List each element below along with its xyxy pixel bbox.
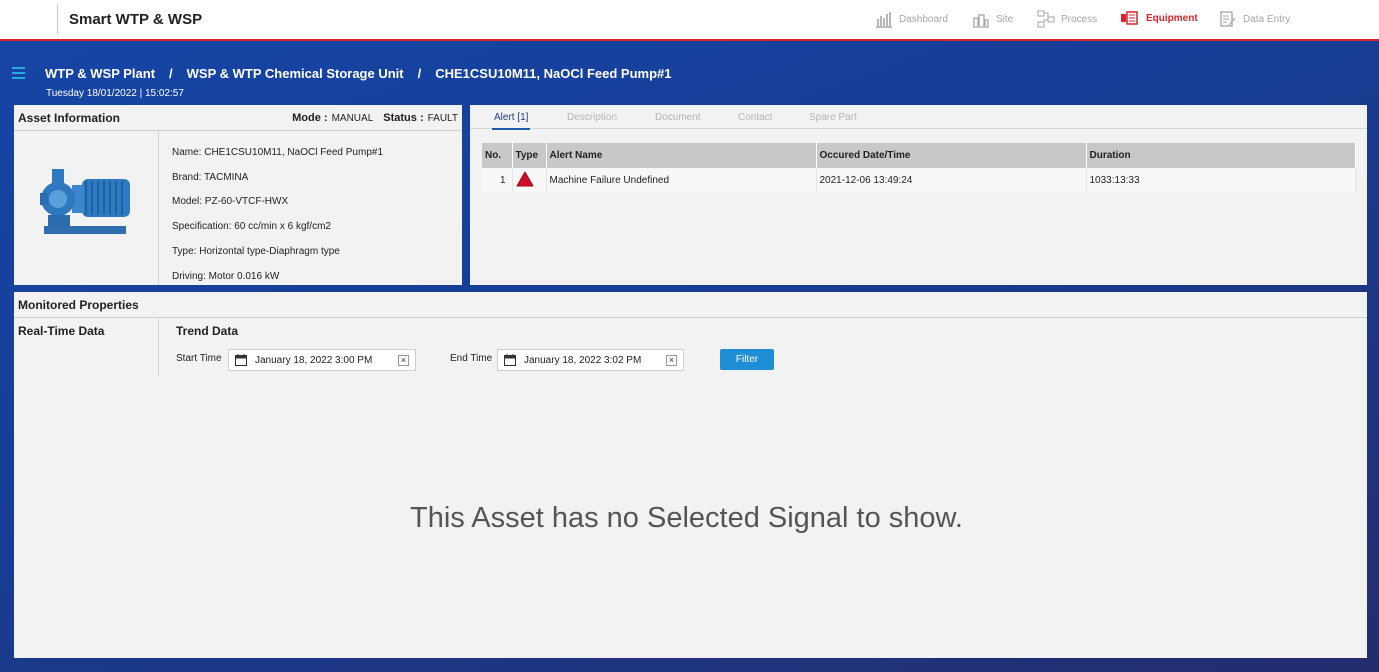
mode-value: MANUAL [331,113,374,124]
calendar-icon[interactable] [235,354,247,366]
alert-no: 1 [482,168,513,192]
alert-duration: 1033:13:33 [1086,168,1356,192]
breadcrumb-separator: / [417,66,422,81]
realtime-data-label[interactable]: Real-Time Data [18,324,104,338]
nav-data-entry[interactable]: Data Entry [1219,10,1290,28]
nav-dashboard[interactable]: Dashboard [875,10,948,28]
alert-date: 2021-12-06 13:49:24 [816,168,1087,192]
pump-image [14,131,159,285]
empty-state-message: This Asset has no Selected Signal to sho… [410,502,963,534]
breadcrumb-item: CHE1CSU10M11, NaOCl Feed Pump#1 [435,66,672,81]
dashboard-icon [876,12,892,28]
panel-title: Monitored Properties [18,298,139,312]
column-header[interactable]: Duration [1086,143,1356,168]
alert-triangle-icon [516,171,533,186]
alert-type [512,168,547,192]
asset-info-panel: Asset Information Mode : MANUAL Status :… [14,105,462,285]
status-value: FAULT [427,113,458,124]
app-title: Smart WTP & WSP [69,11,203,28]
alert-table: No. Type Alert Name Occured Date/Time Du… [482,143,1356,192]
alert-name: Machine Failure Undefined [546,168,817,192]
data-entry-icon [1220,11,1236,27]
process-icon [1037,10,1055,28]
site-icon [973,14,989,28]
start-time-label: Start Time [176,353,222,364]
end-time-value: January 18, 2022 3:02 PM [524,354,642,366]
table-row[interactable]: 1 Machine Failure Undefined 2021-12-06 1… [482,168,1356,192]
asset-prop: Model: PZ-60-VTCF-HWX [172,196,289,208]
column-header[interactable]: Type [512,143,547,168]
breadcrumb: WTP & WSP Plant / WSP & WTP Chemical Sto… [45,66,671,81]
asset-properties: Name: CHE1CSU10M11, NaOCl Feed Pump#1 Br… [172,141,383,289]
clear-icon[interactable]: × [666,355,677,366]
nav-equipment[interactable]: Equipment [1120,10,1198,26]
asset-prop: Specification: 60 cc/min x 6 kgf/cm2 [172,221,331,233]
nav-label: Data Entry [1243,13,1291,25]
breadcrumb-item[interactable]: WTP & WSP Plant [45,66,155,81]
trend-data-label[interactable]: Trend Data [176,324,238,338]
column-header[interactable]: Alert Name [546,143,817,168]
status-label: Status : [383,112,424,124]
start-time-picker[interactable]: January 18, 2022 3:00 PM × [228,349,416,371]
nav-label: Equipment [1146,12,1198,24]
mode-status: Mode : MANUAL Status : FAULT [292,112,458,124]
column-header[interactable]: No. [482,143,513,168]
panel-title: Asset Information [18,111,121,125]
tab-contact[interactable]: Contact [738,112,772,123]
nav-process[interactable]: Process [1037,10,1097,28]
end-time-label: End Time [450,353,493,364]
column-header[interactable]: Occured Date/Time [816,143,1087,168]
menu-icon[interactable] [12,67,25,79]
asset-prop: Name: CHE1CSU10M11, NaOCl Feed Pump#1 [172,147,384,158]
start-time-value: January 18, 2022 3:00 PM [255,354,373,366]
tab-bar: Alert [1] Description Document Contact S… [470,105,1367,130]
tab-description[interactable]: Description [567,112,617,123]
nav-label: Process [1061,13,1098,25]
tab-spare-part[interactable]: Spare Part [809,112,857,123]
tab-document[interactable]: Document [655,112,701,123]
asset-prop: Type: Horizontal type-Diaphragm type [172,245,340,257]
mode-label: Mode : [292,112,328,124]
breadcrumb-item[interactable]: WSP & WTP Chemical Storage Unit [187,66,404,81]
calendar-icon[interactable] [504,354,516,366]
equipment-icon [1121,11,1138,25]
top-bar: Smart WTP & WSP Dashboard Site Process E… [0,0,1379,41]
tab-alert[interactable]: Alert [1] [491,112,531,130]
asset-prop: Brand: TACMINA [172,171,249,183]
end-time-picker[interactable]: January 18, 2022 3:02 PM × [497,349,684,371]
nav-site[interactable]: Site [972,10,1013,28]
nav-label: Site [996,13,1014,25]
clear-icon[interactable]: × [398,355,409,366]
nav-label: Dashboard [899,13,948,25]
divider [57,4,58,34]
monitored-properties-panel: Monitored Properties Real-Time Data Tren… [14,292,1367,658]
divider [158,319,159,376]
asset-prop: Driving: Motor 0.016 kW [172,270,280,282]
alerts-panel: Alert [1] Description Document Contact S… [470,105,1367,285]
filter-button[interactable]: Filter [720,349,774,370]
current-datetime: Tuesday 18/01/2022 | 15:02:57 [46,88,184,99]
breadcrumb-separator: / [169,66,173,81]
